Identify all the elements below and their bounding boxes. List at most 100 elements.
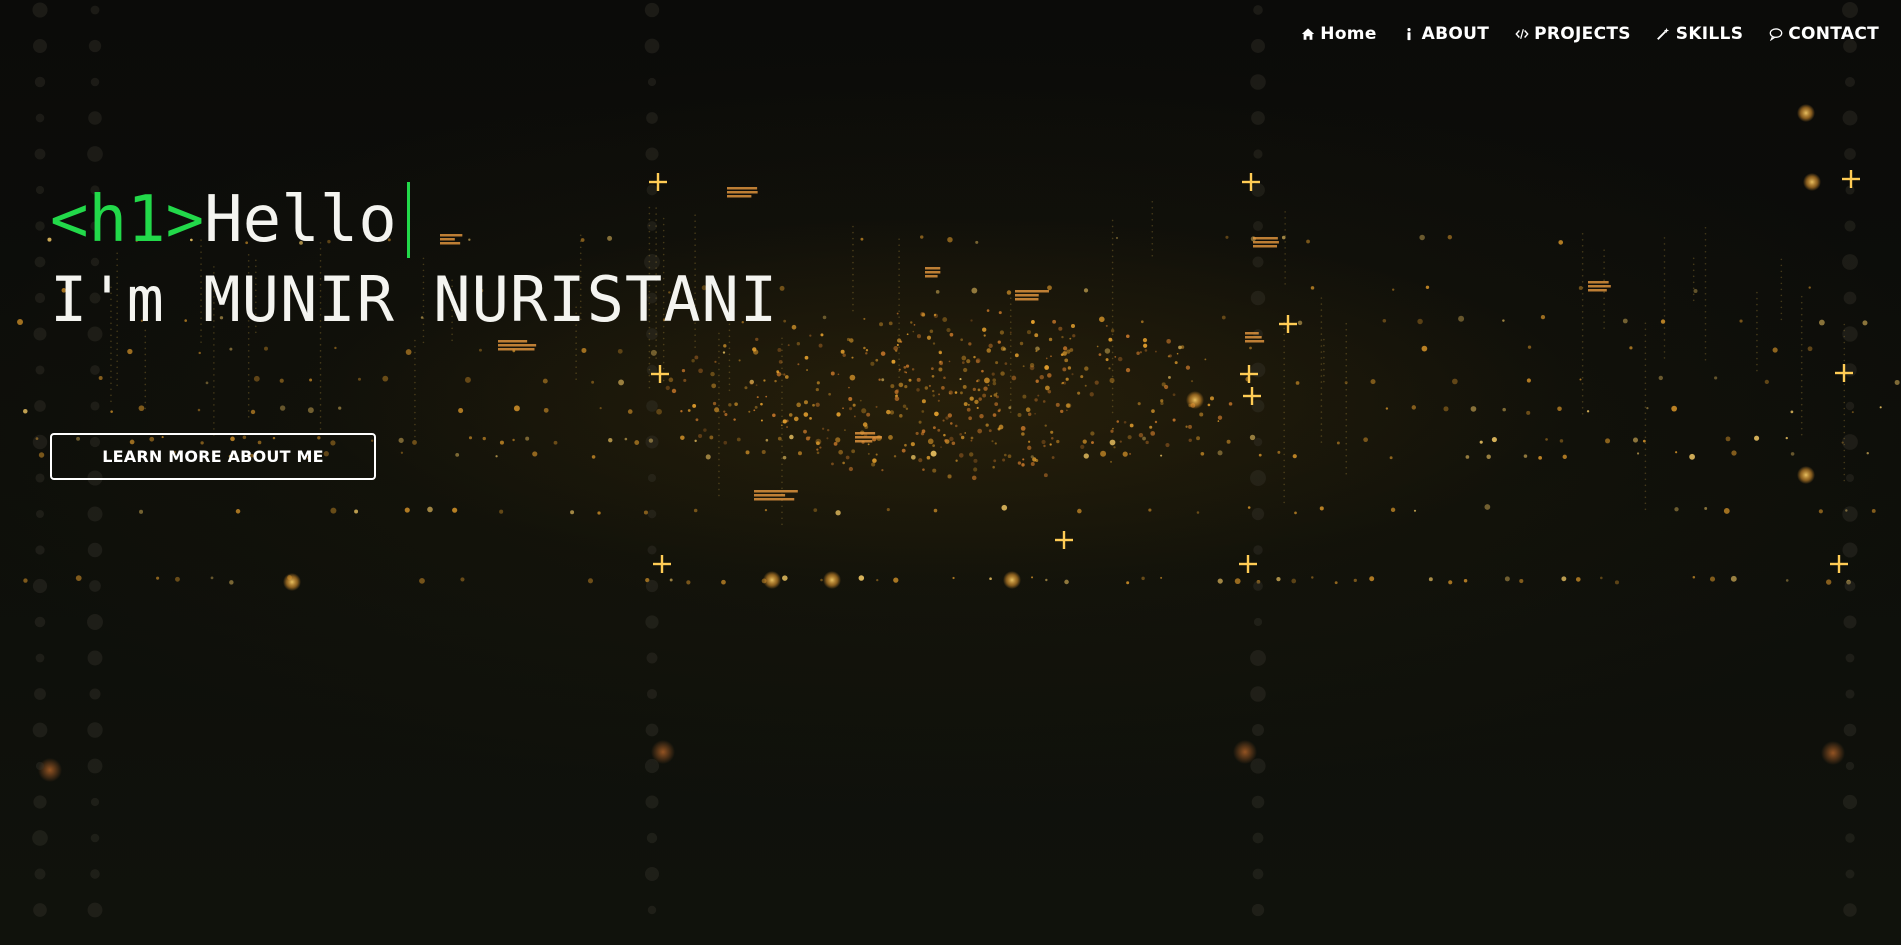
particle-dot — [937, 399, 940, 402]
particle-dot — [200, 341, 202, 343]
particle-dot — [904, 385, 908, 389]
particle-dot — [788, 413, 793, 417]
particle-dot — [962, 384, 967, 389]
particle-dot — [718, 440, 720, 443]
particle-dot — [1800, 379, 1803, 382]
particle-dot — [860, 237, 864, 241]
nav-skills[interactable]: SKILLS — [1656, 24, 1743, 44]
particle-dot — [1320, 363, 1323, 365]
particle-dot — [1111, 399, 1114, 402]
particle-dot — [691, 359, 695, 363]
particle-dot — [1009, 411, 1012, 413]
particle-dot — [1002, 458, 1006, 462]
particle-dot — [319, 392, 322, 394]
particle-dot — [1540, 315, 1546, 320]
particle-dot — [671, 388, 677, 394]
particle-dot — [414, 381, 416, 384]
particle-dot — [1284, 271, 1286, 273]
particle-dot — [644, 2, 660, 18]
particle-dot — [1704, 352, 1707, 355]
particle-dot — [1283, 483, 1285, 486]
particle-dot — [863, 346, 866, 350]
particle-dot — [1251, 399, 1265, 413]
code-glyph-bar — [855, 436, 882, 439]
particle-dot — [35, 113, 45, 123]
particle-dot — [983, 386, 988, 391]
particle-dot — [875, 453, 878, 456]
particle-dot — [1250, 74, 1266, 90]
particle-dot — [705, 454, 711, 460]
particle-dot — [1320, 393, 1323, 395]
particle-dot — [1154, 420, 1158, 424]
particle-dot — [645, 795, 659, 809]
particle-dot — [972, 387, 976, 392]
particle-dot — [88, 111, 102, 125]
particle-dot — [1844, 148, 1856, 160]
particle-dot — [888, 321, 893, 326]
particle-dot — [781, 487, 783, 490]
particle-dot — [1283, 441, 1285, 444]
particle-dot — [1028, 440, 1031, 443]
particle-dot — [803, 400, 808, 405]
particle-dot — [1843, 461, 1846, 464]
particle-dot — [982, 327, 987, 332]
nav-about[interactable]: ABOUT — [1402, 24, 1489, 44]
particle-dot — [718, 494, 720, 497]
particle-dot — [87, 902, 103, 918]
particle-dot — [955, 459, 958, 462]
particle-dot — [110, 370, 112, 373]
particle-dot — [997, 427, 1001, 431]
particle-dot — [1663, 333, 1666, 335]
particle-dot — [412, 440, 417, 445]
particle-dot — [1017, 461, 1022, 465]
learn-more-button[interactable]: LEARN MORE ABOUT ME — [50, 433, 376, 480]
particle-dot — [818, 343, 823, 348]
nav-projects[interactable]: PROJECTS — [1514, 24, 1631, 44]
particle-dot — [835, 510, 841, 516]
particle-dot — [820, 578, 823, 582]
particle-dot — [32, 830, 48, 846]
particle-dot — [138, 405, 145, 412]
particle-dot — [1411, 405, 1417, 410]
particle-dot — [624, 437, 628, 441]
particle-dot — [1843, 413, 1846, 416]
particle-dot — [1284, 247, 1286, 249]
code-glyph-bar — [1015, 298, 1039, 301]
particle-dot — [319, 344, 322, 346]
particle-dot — [1603, 291, 1605, 294]
particle-dot — [898, 316, 900, 318]
particle-dot — [1320, 351, 1323, 353]
sparkle-plus — [1279, 315, 1297, 333]
particle-dot — [116, 360, 118, 363]
particle-dot — [973, 467, 978, 472]
particle-dot — [1320, 399, 1323, 401]
particle-dot — [144, 389, 147, 392]
particle-dot — [1111, 327, 1114, 330]
particle-dot — [1034, 398, 1038, 402]
nav-contact[interactable]: CONTACT — [1768, 24, 1879, 44]
particle-dot — [662, 343, 665, 346]
particle-dot — [32, 2, 48, 18]
particle-dot — [1800, 313, 1803, 316]
particle-dot — [1692, 269, 1695, 272]
particle-dot — [783, 373, 786, 376]
particle-dot — [319, 362, 322, 364]
particle-dot — [864, 425, 869, 429]
particle-dot — [1139, 351, 1142, 354]
particle-dot — [1780, 264, 1783, 267]
particle-dot — [1069, 348, 1074, 352]
particle-dot — [1065, 403, 1071, 408]
particle-dot — [1089, 392, 1094, 397]
particle-dot — [1297, 320, 1303, 326]
particle-dot — [1704, 256, 1707, 259]
particle-dot — [680, 435, 685, 440]
particle-dot — [728, 377, 731, 380]
particle-dot — [1022, 365, 1025, 368]
particle-dot — [1151, 248, 1154, 251]
nav-home[interactable]: Home — [1300, 24, 1376, 44]
particle-dot — [1320, 327, 1323, 329]
particle-dot — [1581, 358, 1584, 361]
particle-dot — [1035, 458, 1039, 463]
particle-dot — [1345, 370, 1348, 373]
particle-dot — [1009, 387, 1012, 389]
